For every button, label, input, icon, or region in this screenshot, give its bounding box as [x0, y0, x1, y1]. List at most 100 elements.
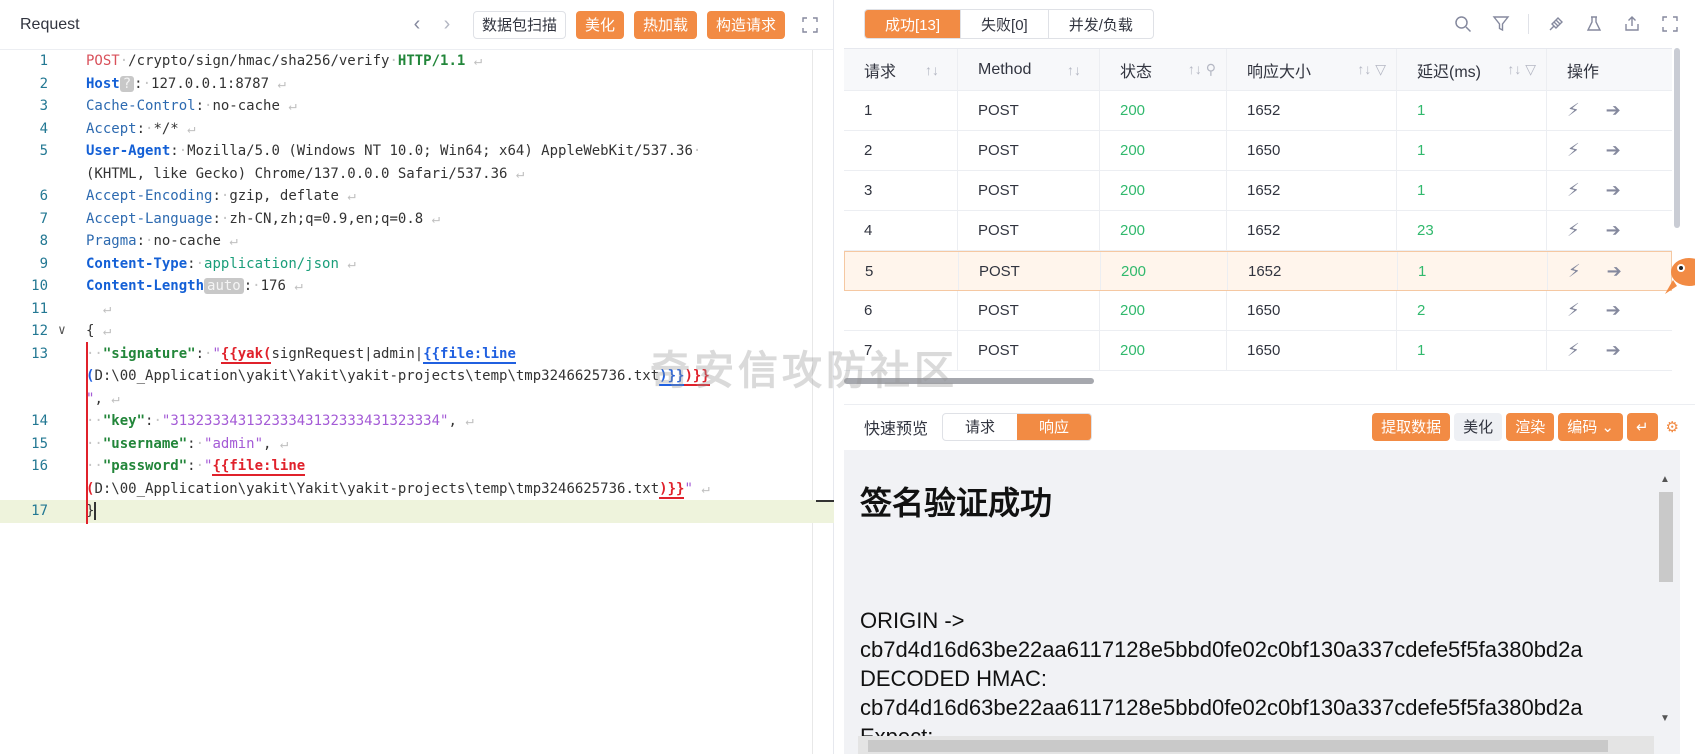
build-request-button[interactable]: 构造请求: [706, 10, 785, 39]
export-icon[interactable]: [1617, 9, 1647, 39]
cell-size: 1652: [1227, 171, 1397, 210]
lightning-icon[interactable]: ⚡︎: [1567, 100, 1580, 121]
arrow-circle-icon[interactable]: ➔: [1607, 261, 1622, 282]
line-number: 15: [31, 435, 48, 452]
arrow-circle-icon[interactable]: ➔: [1606, 180, 1621, 201]
lightning-icon[interactable]: ⚡︎: [1567, 220, 1580, 241]
arrow-circle-icon[interactable]: ➔: [1606, 340, 1621, 361]
extract-data-button[interactable]: 提取数据: [1372, 412, 1451, 441]
text-cursor: [94, 502, 97, 520]
header-value: */*: [153, 120, 179, 137]
arrow-circle-icon[interactable]: ➔: [1606, 220, 1621, 241]
fullscreen-icon[interactable]: [1655, 9, 1685, 39]
arrow-circle-icon[interactable]: ➔: [1606, 100, 1621, 121]
code-editor[interactable]: 1 POST·/crypto/sign/hmac/sha256/verify·H…: [0, 50, 834, 754]
line-number: 16: [31, 458, 48, 474]
chevron-down-icon: ⌄: [1601, 418, 1614, 436]
cell-method: POST: [958, 211, 1100, 250]
header-key: User-Agent: [86, 143, 171, 159]
scan-button[interactable]: 数据包扫描: [472, 10, 566, 39]
editor-line: 8 Pragma:·no-cache ↵: [0, 230, 834, 253]
hotload-button[interactable]: 热加载: [633, 10, 697, 39]
preview-tab-response[interactable]: 响应: [1017, 413, 1092, 440]
sort-filter-icon[interactable]: ↑↓ ▽: [1357, 61, 1386, 78]
tab-success[interactable]: 成功[13]: [865, 10, 962, 38]
lightning-icon[interactable]: ⚡︎: [1568, 261, 1581, 282]
cell-delay: 23: [1397, 211, 1547, 250]
encode-dropdown[interactable]: 编码 ⌄: [1558, 412, 1623, 441]
preview-vscroll[interactable]: ▲ ▼: [1656, 472, 1676, 742]
sort-icon[interactable]: ↑↓: [925, 62, 939, 78]
header-value: 127.0.0.1:8787: [151, 75, 270, 92]
preview-hscroll[interactable]: [858, 736, 1654, 754]
arrow-circle-icon[interactable]: ➔: [1606, 140, 1621, 161]
col-status[interactable]: 状态 ↑↓ ⚲: [1100, 49, 1227, 90]
table-scrollbar[interactable]: [1674, 48, 1680, 228]
header-value: gzip, deflate: [229, 188, 339, 204]
col-delay[interactable]: 延迟(ms) ↑↓ ▽: [1397, 49, 1547, 90]
lightning-icon[interactable]: ⚡︎: [1567, 180, 1580, 201]
line-number: 8: [39, 233, 48, 249]
auto-badge[interactable]: auto: [204, 278, 244, 294]
results-panel: 成功[13] 失败[0] 并发/负载 请求 ↑↓ Method ↑↓ 状态 ↑↓…: [844, 0, 1695, 754]
table-row[interactable]: 2 POST 200 1650 1 ⚡︎ ➔: [844, 131, 1672, 171]
cell-method: POST: [958, 91, 1100, 130]
lightning-icon[interactable]: ⚡︎: [1567, 140, 1580, 161]
header-value: zh-CN,zh;q=0.9,en;q=0.8: [229, 210, 424, 227]
table-row[interactable]: 3 POST 200 1652 1 ⚡︎ ➔: [844, 171, 1672, 211]
cell-delay: 1: [1397, 331, 1547, 370]
editor-line: 2 Host?:·127.0.0.1:8787 ↵: [0, 73, 834, 96]
lightning-icon[interactable]: ⚡︎: [1567, 340, 1580, 361]
wrap-toggle-icon[interactable]: ↵: [1626, 412, 1658, 441]
col-method[interactable]: Method ↑↓: [958, 49, 1100, 90]
col-size[interactable]: 响应大小 ↑↓ ▽: [1227, 49, 1397, 90]
table-row[interactable]: 1 POST 200 1652 1 ⚡︎ ➔: [844, 91, 1672, 131]
line-number: 9: [39, 255, 48, 272]
fullscreen-icon[interactable]: [797, 12, 823, 38]
arrow-circle-icon[interactable]: ➔: [1606, 300, 1621, 321]
table-row[interactable]: 6 POST 200 1650 2 ⚡︎ ➔: [844, 291, 1672, 331]
editor-line: 4 Accept:·*/* ↵: [0, 118, 834, 141]
next-arrow-icon[interactable]: ›: [435, 13, 459, 37]
fold-chevron-icon[interactable]: ∨: [58, 320, 66, 343]
table-row[interactable]: 7 POST 200 1650 1 ⚡︎ ➔: [844, 331, 1672, 371]
sort-icon[interactable]: ↑↓: [1067, 62, 1081, 78]
fuzztag-file: {{file:line: [423, 345, 516, 364]
lightning-icon[interactable]: ⚡︎: [1567, 300, 1580, 321]
header-key: Content-Length: [86, 278, 205, 294]
filter-icon[interactable]: [1486, 9, 1516, 39]
col-req[interactable]: 请求 ↑↓: [844, 49, 958, 90]
col-ops: 操作: [1567, 63, 1600, 81]
header-value: 176: [260, 278, 286, 294]
preview-tabs: 请求 响应: [942, 412, 1093, 441]
plugin-icon[interactable]: [1541, 9, 1571, 39]
cell-status: 200: [1100, 131, 1227, 170]
line-number: 6: [39, 188, 48, 204]
cell-size: 1650: [1227, 331, 1397, 370]
editor-line: 6 Accept-Encoding:·gzip, deflate ↵: [0, 185, 834, 208]
render-button[interactable]: 渲染: [1506, 412, 1555, 441]
tab-fail[interactable]: 失败[0]: [961, 10, 1049, 38]
line-number: 11: [31, 300, 48, 317]
preview-tab-request[interactable]: 请求: [943, 414, 1017, 440]
results-table: 请求 ↑↓ Method ↑↓ 状态 ↑↓ ⚲ 响应大小 ↑↓ ▽ 延迟(ms) ↑↓ ▽…: [844, 48, 1672, 378]
table-row[interactable]: 4 POST 200 1652 23 ⚡︎ ➔: [844, 211, 1672, 251]
cell-ops: ⚡︎ ➔: [1547, 211, 1672, 250]
tab-concurrency[interactable]: 并发/负载: [1049, 10, 1153, 38]
encode-label: 编码: [1567, 419, 1598, 436]
cell-size: 1652: [1227, 91, 1397, 130]
host-badge[interactable]: ?: [119, 75, 135, 92]
cell-ops: ⚡︎ ➔: [1548, 252, 1671, 290]
cell-ops: ⚡︎ ➔: [1547, 131, 1672, 170]
sort-search-icon[interactable]: ↑↓ ⚲: [1188, 61, 1216, 78]
beautify-button[interactable]: 美化: [1454, 412, 1503, 441]
cell-ops: ⚡︎ ➔: [1547, 91, 1672, 130]
table-row-selected[interactable]: 5 POST 200 1652 1 ⚡︎ ➔: [844, 251, 1672, 291]
flask-icon[interactable]: [1579, 9, 1609, 39]
prev-arrow-icon[interactable]: ‹: [405, 13, 429, 37]
sort-filter-icon[interactable]: ↑↓ ▽: [1507, 61, 1536, 78]
gear-icon[interactable]: ⚙: [1662, 413, 1683, 441]
beautify-button[interactable]: 美化: [575, 10, 624, 39]
cell-size: 1650: [1227, 131, 1397, 170]
search-icon[interactable]: [1448, 9, 1478, 39]
